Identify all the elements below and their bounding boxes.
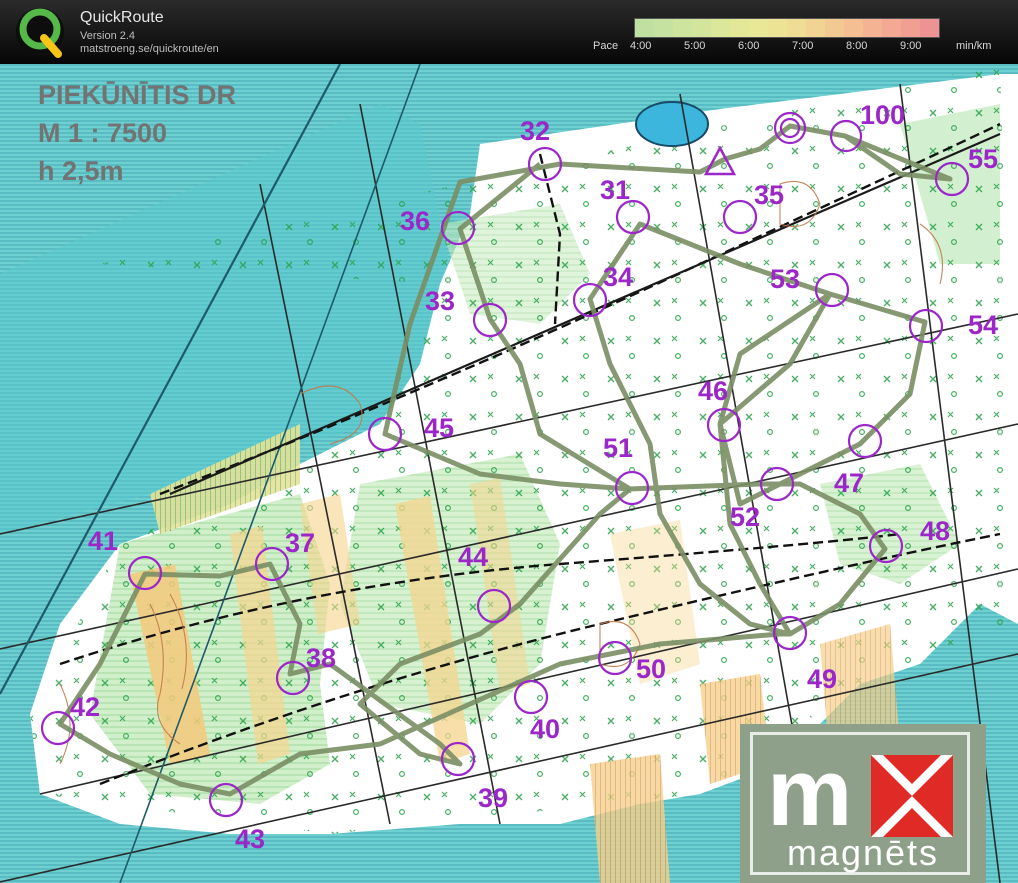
app-version: Version 2.4 [80, 30, 136, 42]
control-label: 31 [600, 175, 630, 205]
control-label: 40 [530, 714, 560, 744]
control-label: 48 [920, 516, 950, 546]
control-label: 39 [478, 783, 508, 813]
control-label: 38 [306, 643, 336, 673]
map-scale: M 1 : 7500 [38, 118, 168, 148]
sponsor-x-icon [871, 755, 953, 837]
control-label: 50 [636, 654, 666, 684]
sponsor-logo: m magnēts [740, 724, 986, 883]
sponsor-wordmark: magnēts [786, 832, 940, 873]
control-label: 100 [860, 100, 905, 130]
control-label: 54 [968, 310, 998, 340]
quickroute-logo-icon [16, 8, 64, 58]
map-title: PIEKŪNĪTIS DR M 1 : 7500 h 2,5m [38, 76, 236, 190]
control-label: 51 [603, 433, 633, 463]
control-label: 37 [285, 528, 315, 558]
sponsor-mark: m [767, 739, 853, 846]
control-label: 45 [424, 413, 454, 443]
control-label: 52 [730, 502, 760, 532]
pace-tick: 5:00 [684, 40, 706, 52]
control-label: 42 [70, 692, 100, 722]
pace-tick: 8:00 [846, 40, 868, 52]
pace-tick: 9:00 [900, 40, 922, 52]
orienteering-map[interactable]: 32 100 55 36 31 35 34 53 33 54 46 45 51 … [0, 64, 1018, 883]
control-label: 47 [834, 468, 864, 498]
control-label: 33 [425, 286, 455, 316]
pace-tick: 6:00 [738, 40, 760, 52]
pace-label: Pace [593, 40, 619, 52]
control-label: 34 [603, 262, 633, 292]
control-label: 36 [400, 206, 430, 236]
app-title: QuickRoute [80, 9, 164, 26]
control-label: 44 [458, 542, 488, 572]
lake [635, 101, 709, 147]
pace-tick: 7:00 [792, 40, 814, 52]
map-contour-interval: h 2,5m [38, 156, 124, 186]
control-label: 35 [754, 180, 784, 210]
control-label: 55 [968, 144, 998, 174]
pace-color-scale [634, 18, 940, 38]
app-header: QuickRoute Version 2.4 matstroeng.se/qui… [0, 0, 1018, 64]
pace-unit: min/km [956, 40, 992, 52]
cultivated-field [590, 754, 670, 883]
control-label: 53 [770, 264, 800, 294]
control-label: 41 [88, 526, 118, 556]
control-label: 32 [520, 116, 550, 146]
app-url[interactable]: matstroeng.se/quickroute/en [80, 43, 219, 55]
pace-tick: 4:00 [630, 40, 652, 52]
sponsor-frame: m magnēts [750, 732, 970, 875]
control-label: 46 [698, 376, 728, 406]
map-name: PIEKŪNĪTIS DR [38, 80, 237, 110]
control-label: 43 [235, 824, 265, 854]
control-label: 49 [807, 664, 837, 694]
